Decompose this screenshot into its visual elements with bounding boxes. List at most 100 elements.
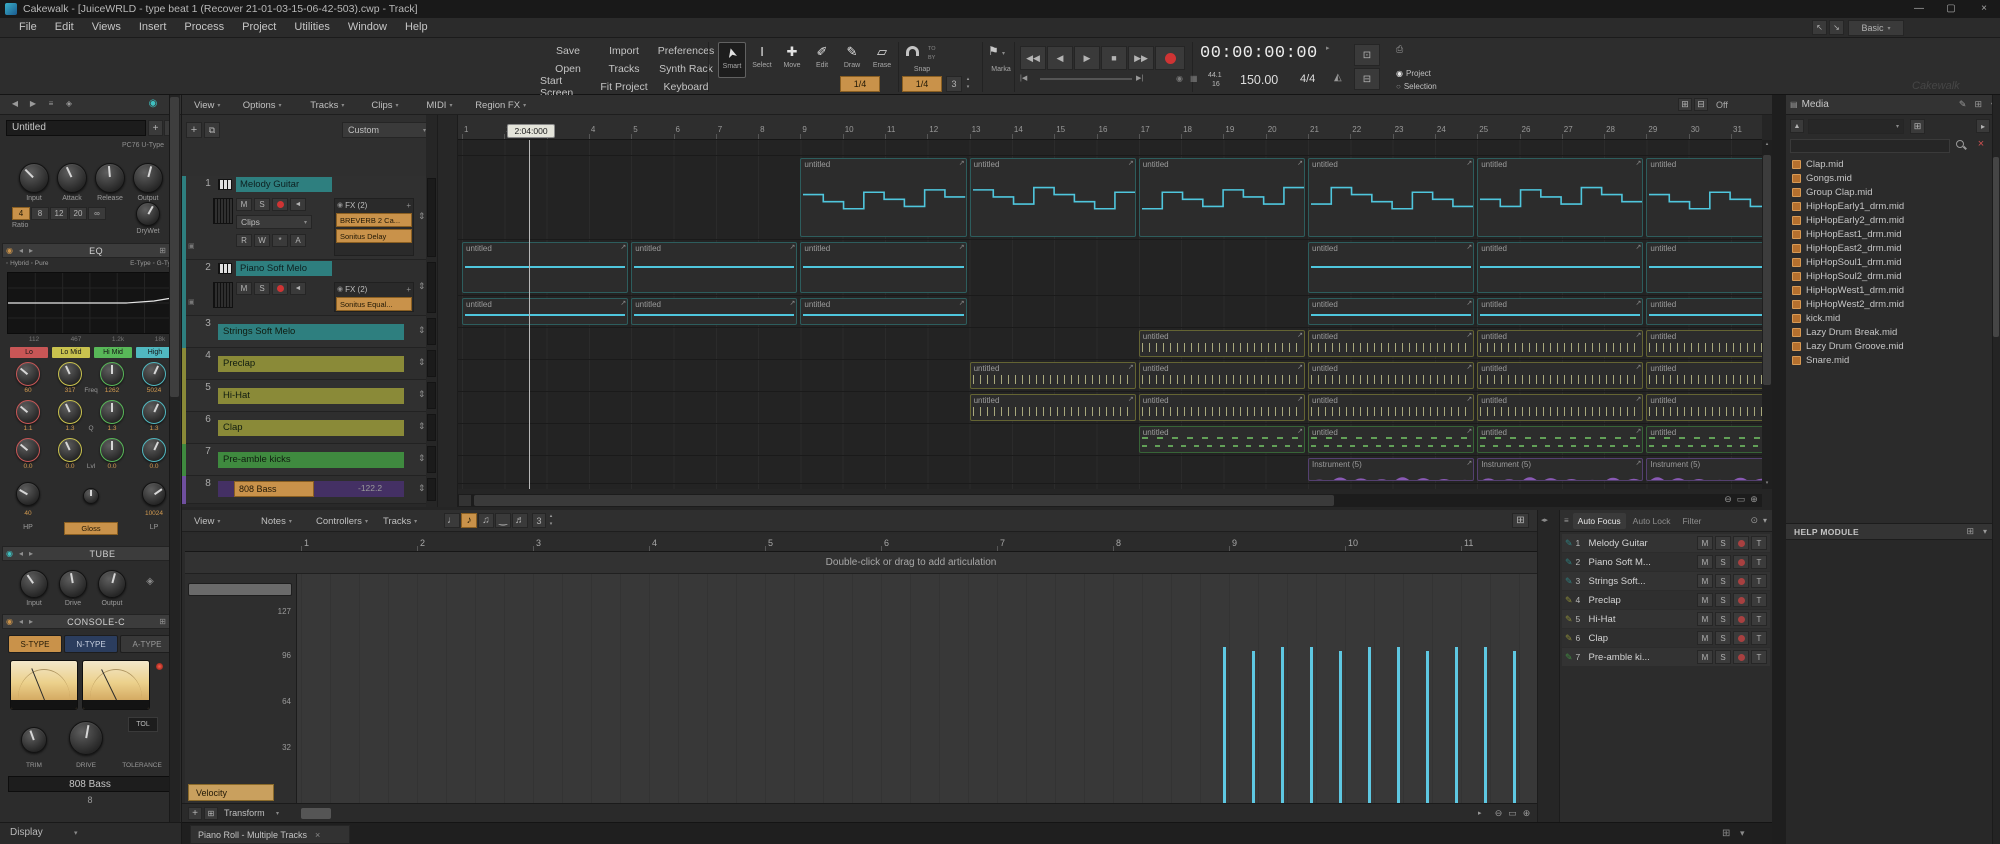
inspector-menu-icon[interactable]: ≡ — [44, 99, 58, 111]
eq-freq-knob-2[interactable] — [58, 362, 82, 386]
metronome-icon[interactable]: ◭ — [1334, 72, 1348, 86]
clip[interactable]: untitled↗ — [1138, 362, 1305, 389]
ratio-button-8[interactable]: 8 — [31, 207, 49, 220]
automation-lane-icon[interactable]: ▣ — [188, 242, 198, 252]
prv-grid-icon[interactable]: ⊞ — [1512, 513, 1529, 528]
clip[interactable]: untitled↗ — [1308, 362, 1475, 389]
media-file-item[interactable]: HipHopEarly2_drm.mid — [1786, 213, 1992, 227]
clip[interactable]: untitled↗ — [631, 242, 798, 293]
collapse-right-icon[interactable]: ▸ — [29, 617, 33, 626]
autofocus-track-row[interactable]: ✎ 2 Piano Soft M... M S T — [1562, 553, 1770, 571]
clip[interactable]: untitled↗ — [1308, 158, 1475, 237]
track-mute-button[interactable]: M — [236, 282, 252, 295]
af-mute-button[interactable]: M — [1697, 631, 1713, 645]
autofocus-track-row[interactable]: ✎ 4 Preclap M S T — [1562, 591, 1770, 609]
articulation-bar[interactable]: Double-click or drag to add articulation — [185, 552, 1537, 574]
af-solo-button[interactable]: S — [1715, 612, 1731, 626]
scope-option-selection[interactable]: ○ Selection — [1396, 81, 1466, 92]
tab-filter[interactable]: Filter — [1677, 513, 1706, 529]
record-button[interactable] — [1155, 46, 1185, 70]
note-duration-icon-5[interactable]: ♬ — [512, 513, 528, 528]
clips-hscroll-thumb[interactable] — [474, 495, 1334, 506]
af-t-button[interactable]: T — [1751, 555, 1767, 569]
af-mute-button[interactable]: M — [1697, 574, 1713, 588]
af-t-button[interactable]: T — [1751, 612, 1767, 626]
compressor-input-knob[interactable] — [19, 163, 49, 193]
clip[interactable]: untitled↗ — [1477, 158, 1644, 237]
media-views-icon[interactable]: ⊞ — [1910, 119, 1925, 134]
eq-freq-knob-1[interactable] — [16, 362, 40, 386]
now-time-marker[interactable]: 2:04:000 — [507, 124, 555, 138]
pane-splitter[interactable] — [437, 115, 458, 507]
prv-zoom-fit-icon[interactable]: ▭ — [1506, 808, 1519, 820]
workspace-selector[interactable]: Basic ▾ — [1848, 20, 1904, 36]
snap-count-value[interactable]: 3 — [946, 76, 962, 92]
compressor-attack-knob[interactable] — [57, 163, 87, 193]
media-file-item[interactable]: kick.mid — [1786, 311, 1992, 325]
time-display-expand-icon[interactable]: ▸ — [1326, 44, 1336, 54]
video-thumb-icon-b[interactable]: ⊟ — [1694, 98, 1708, 111]
keyboard-button[interactable]: Keyboard — [652, 79, 720, 95]
import-button[interactable]: Import — [598, 43, 650, 59]
clip[interactable]: untitled↗ — [1308, 242, 1475, 293]
menu-edit[interactable]: Edit — [46, 18, 83, 36]
markers-caret-icon[interactable]: ▾ — [1002, 50, 1010, 58]
clip[interactable]: Instrument (5)↗ — [1646, 458, 1762, 481]
timeline-ruler[interactable]: 1234567891011121314151617181920212223242… — [458, 115, 1762, 140]
clips-vscroll-down-icon[interactable]: ▾ — [1763, 480, 1771, 488]
dock-splitter[interactable]: ◂▸ — [1537, 510, 1560, 822]
menu-window[interactable]: Window — [339, 18, 396, 36]
fx-plugin-badge[interactable]: BREVERB 2 Ca... — [336, 213, 412, 227]
compressor-output-knob[interactable] — [133, 163, 163, 193]
tube-power-icon[interactable]: ◉ — [6, 549, 13, 558]
zoom-fit-icon[interactable]: ▭ — [1735, 494, 1747, 506]
clip[interactable]: untitled↗ — [1646, 158, 1762, 237]
velocity-bar[interactable] — [1252, 650, 1255, 803]
menu-process[interactable]: Process — [175, 18, 233, 36]
fx-add-icon[interactable]: + — [406, 201, 411, 210]
autofocus-track-row[interactable]: ✎ 3 Strings Soft... M S T — [1562, 572, 1770, 590]
af-mute-button[interactable]: M — [1697, 650, 1713, 664]
help-options-icon[interactable]: ⊞ — [1966, 526, 1974, 537]
menu-help[interactable]: Help — [396, 18, 437, 36]
prv-hscroll-thumb[interactable] — [301, 808, 331, 819]
fast-forward-button[interactable]: ▶▶ — [1128, 46, 1154, 70]
prv-grid[interactable] — [297, 574, 1537, 803]
clip[interactable]: untitled↗ — [1477, 394, 1644, 421]
fx-plugin-badge[interactable]: Sonitus Equal... — [336, 297, 412, 311]
af-solo-button[interactable]: S — [1715, 593, 1731, 607]
menu-file[interactable]: File — [10, 18, 46, 36]
screenset-icon-a[interactable]: ↖ — [1812, 20, 1827, 35]
note-duration-icon-3[interactable]: ♫ — [478, 513, 494, 528]
media-file-item[interactable]: HipHopWest1_drm.mid — [1786, 283, 1992, 297]
eq-band-lo[interactable]: Lo — [10, 347, 48, 358]
media-forward-icon[interactable]: ▸ — [1976, 119, 1990, 133]
track-header-3[interactable]: 3 Strings Soft Melo ⇕ — [182, 316, 437, 348]
ratio-button-12[interactable]: 12 — [50, 207, 68, 220]
clips-area[interactable]: untitled ↗ untitled ↗ untitled ↗ untitled ↗ unti… — [458, 140, 1762, 489]
track-name-bar[interactable]: Piano Soft Melo — [236, 261, 332, 276]
tool-smart[interactable]: ➤ Smart — [718, 42, 746, 78]
tube-input-knob[interactable] — [20, 570, 48, 598]
media-file-item[interactable]: HipHopWest2_drm.mid — [1786, 297, 1992, 311]
clip[interactable]: untitled↗ — [1477, 298, 1644, 325]
track-mute-button[interactable]: M — [236, 198, 252, 211]
tv-menu-region-fx[interactable]: Region FX ▾ — [475, 98, 547, 112]
collapse-right-icon[interactable]: ▸ — [29, 549, 33, 558]
clip[interactable]: untitled↗ — [1646, 298, 1762, 325]
af-arm-button[interactable] — [1733, 650, 1749, 664]
video-thumb-icon-a[interactable]: ⊞ — [1678, 98, 1692, 111]
console-type-n-type[interactable]: N-TYPE — [64, 635, 118, 653]
automation-R-button[interactable]: R — [236, 234, 252, 247]
tool-select[interactable]: I Select — [748, 42, 776, 78]
drywet-knob[interactable] — [136, 202, 160, 226]
tv-menu-options[interactable]: Options ▾ — [243, 98, 302, 112]
media-scroll-thumb[interactable] — [1993, 157, 1999, 337]
af-t-button[interactable]: T — [1751, 536, 1767, 550]
pin-icon[interactable]: ⊙ — [1750, 515, 1758, 526]
markers-flag-icon[interactable]: ⚑ — [988, 44, 1002, 60]
tab-auto-lock[interactable]: Auto Lock — [1628, 513, 1676, 529]
drive-knob[interactable] — [69, 721, 103, 755]
eq-q-knob-4[interactable] — [142, 400, 166, 424]
eq-band-lo-mid[interactable]: Lo Mid — [52, 347, 90, 358]
